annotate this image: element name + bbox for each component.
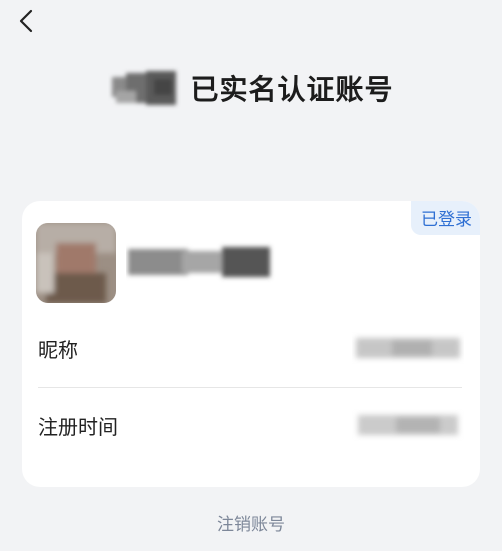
redacted-account-name	[126, 241, 276, 283]
page-title: 已实名认证账号	[190, 73, 394, 106]
chevron-left-icon	[19, 9, 33, 33]
back-button[interactable]	[14, 8, 42, 36]
redacted-register-time-value	[352, 407, 464, 443]
register-time-row: 注册时间	[38, 394, 464, 456]
nickname-row[interactable]: 昵称	[38, 317, 464, 379]
cancel-account-link[interactable]: 注销账号	[0, 510, 502, 535]
register-time-label: 注册时间	[38, 414, 118, 439]
row-divider	[38, 387, 462, 388]
account-card: 已登录 昵称 注册时间	[22, 201, 480, 487]
page-title-row: 已实名认证账号	[0, 62, 502, 114]
redacted-username	[108, 65, 182, 111]
avatar	[36, 223, 116, 303]
status-badge: 已登录	[411, 201, 480, 235]
nickname-label: 昵称	[38, 337, 78, 362]
redacted-nickname-value	[352, 330, 464, 366]
